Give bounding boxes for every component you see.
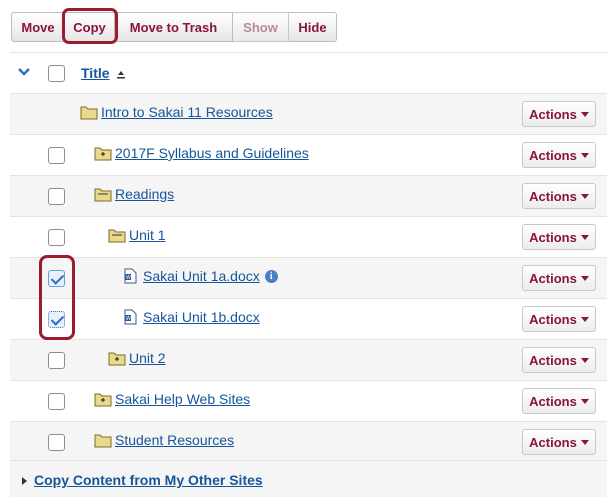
- item-label[interactable]: Sakai Unit 1b.docx: [143, 309, 260, 325]
- move-button[interactable]: Move: [11, 12, 65, 42]
- actions-label: Actions: [529, 311, 577, 327]
- folder-open-icon: [108, 227, 126, 243]
- folder-plus-icon: [94, 391, 112, 407]
- row-checkbox[interactable]: [48, 352, 65, 369]
- select-all-checkbox[interactable]: [48, 65, 65, 82]
- table-row: W Sakai Unit 1a.docx i Actions: [10, 258, 607, 299]
- item-link[interactable]: Sakai Help Web Sites: [94, 391, 250, 407]
- row-checkbox[interactable]: [48, 188, 65, 205]
- actions-label: Actions: [529, 434, 577, 450]
- row-checkbox[interactable]: [48, 311, 65, 328]
- folder-open-icon: [94, 186, 112, 202]
- folder-plus-icon: [108, 350, 126, 366]
- actions-button[interactable]: Actions: [522, 101, 596, 127]
- table-row: Intro to Sakai 11 Resources Actions: [10, 94, 607, 135]
- item-link[interactable]: Readings: [94, 186, 174, 202]
- word-document-icon: W: [122, 309, 140, 325]
- item-label[interactable]: Unit 2: [129, 350, 166, 366]
- chevron-down-icon[interactable]: [18, 66, 30, 78]
- hide-button[interactable]: Hide: [289, 12, 337, 42]
- svg-text:W: W: [126, 275, 131, 281]
- item-link[interactable]: Unit 1: [108, 227, 166, 243]
- copy-button[interactable]: Copy: [65, 12, 115, 42]
- info-icon[interactable]: i: [264, 269, 278, 283]
- row-checkbox[interactable]: [48, 229, 65, 246]
- actions-button[interactable]: Actions: [522, 265, 596, 291]
- actions-label: Actions: [529, 393, 577, 409]
- item-link[interactable]: Unit 2: [108, 350, 166, 366]
- folder-plus-icon: [94, 145, 112, 161]
- item-label[interactable]: Student Resources: [115, 432, 234, 448]
- actions-label: Actions: [529, 106, 577, 122]
- actions-label: Actions: [529, 352, 577, 368]
- caret-down-icon: [580, 152, 589, 158]
- actions-button[interactable]: Actions: [522, 347, 596, 373]
- item-label[interactable]: Intro to Sakai 11 Resources: [101, 104, 273, 120]
- caret-down-icon: [580, 316, 589, 322]
- copy-other-sites-link[interactable]: Copy Content from My Other Sites: [34, 472, 263, 488]
- table-header: Title: [10, 53, 607, 94]
- actions-button[interactable]: Actions: [522, 306, 596, 332]
- row-checkbox[interactable]: [48, 270, 65, 287]
- folder-icon: [94, 432, 112, 448]
- table-row: Sakai Help Web Sites Actions: [10, 381, 607, 422]
- move-to-trash-button[interactable]: Move to Trash: [115, 12, 233, 42]
- expand-triangle-icon[interactable]: [22, 477, 27, 485]
- copy-other-sites-section: Copy Content from My Other Sites: [10, 460, 607, 497]
- table-row: Student Resources Actions: [10, 422, 607, 463]
- item-label[interactable]: Sakai Unit 1a.docx: [143, 268, 260, 284]
- toolbar: Move Copy Move to Trash Show Hide: [11, 12, 337, 42]
- actions-label: Actions: [529, 147, 577, 163]
- actions-button[interactable]: Actions: [522, 142, 596, 168]
- item-link[interactable]: W Sakai Unit 1b.docx: [122, 309, 260, 325]
- item-link[interactable]: W Sakai Unit 1a.docx i: [122, 268, 278, 284]
- actions-button[interactable]: Actions: [522, 224, 596, 250]
- item-link[interactable]: Student Resources: [94, 432, 234, 448]
- actions-label: Actions: [529, 270, 577, 286]
- actions-button[interactable]: Actions: [522, 388, 596, 414]
- actions-button[interactable]: Actions: [522, 429, 596, 455]
- title-sort-link[interactable]: Title: [81, 65, 110, 81]
- row-checkbox[interactable]: [48, 393, 65, 410]
- caret-down-icon: [580, 357, 589, 363]
- table-row: Unit 2 Actions: [10, 340, 607, 381]
- svg-text:W: W: [126, 316, 131, 322]
- table-row: Unit 1 Actions: [10, 217, 607, 258]
- item-label[interactable]: Unit 1: [129, 227, 166, 243]
- item-link[interactable]: 2017F Syllabus and Guidelines: [94, 145, 309, 161]
- actions-label: Actions: [529, 229, 577, 245]
- item-label[interactable]: Readings: [115, 186, 174, 202]
- caret-down-icon: [580, 193, 589, 199]
- show-button[interactable]: Show: [233, 12, 289, 42]
- caret-down-icon: [580, 111, 589, 117]
- actions-label: Actions: [529, 188, 577, 204]
- table-row: 2017F Syllabus and Guidelines Actions: [10, 135, 607, 176]
- resources-table: Title Intro to Sakai 11 Resources Actions…: [10, 52, 607, 463]
- item-link[interactable]: Intro to Sakai 11 Resources: [80, 104, 273, 120]
- sort-ascending-icon: [117, 71, 125, 79]
- row-checkbox[interactable]: [48, 147, 65, 164]
- caret-down-icon: [580, 398, 589, 404]
- item-label[interactable]: 2017F Syllabus and Guidelines: [115, 145, 309, 161]
- word-document-icon: W: [122, 268, 140, 284]
- table-row: Readings Actions: [10, 176, 607, 217]
- folder-icon: [80, 104, 98, 120]
- caret-down-icon: [580, 234, 589, 240]
- item-label[interactable]: Sakai Help Web Sites: [115, 391, 250, 407]
- actions-button[interactable]: Actions: [522, 183, 596, 209]
- row-checkbox[interactable]: [48, 434, 65, 451]
- caret-down-icon: [580, 439, 589, 445]
- caret-down-icon: [580, 275, 589, 281]
- table-row: W Sakai Unit 1b.docx Actions: [10, 299, 607, 340]
